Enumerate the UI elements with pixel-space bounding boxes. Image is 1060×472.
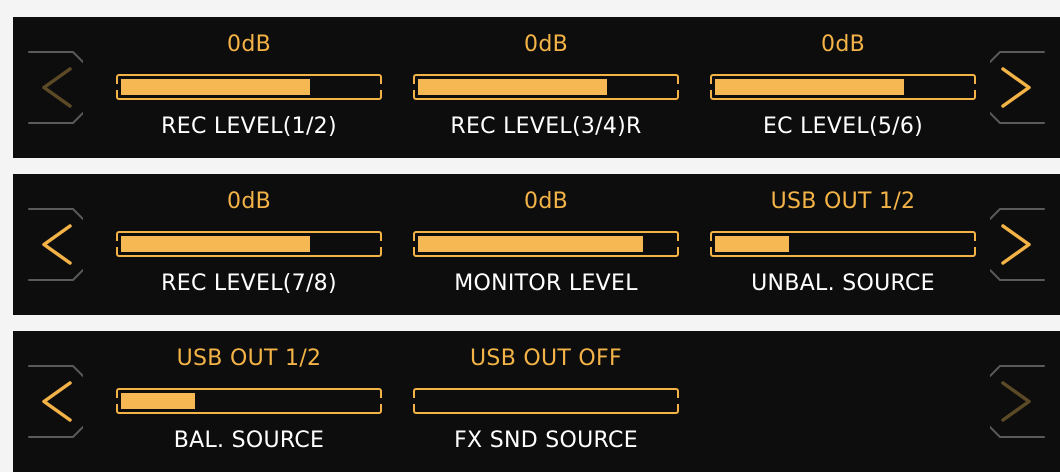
param-label: MONITOR LEVEL	[454, 271, 638, 296]
level-slider[interactable]	[413, 388, 679, 414]
slider-notch	[710, 241, 713, 247]
slider-notch	[676, 241, 679, 247]
level-slider[interactable]	[413, 231, 679, 257]
slider-notch	[973, 241, 976, 247]
next-page-button-3[interactable]	[990, 331, 1060, 472]
chevron-left-icon	[28, 51, 83, 124]
param-value: 0dB	[227, 189, 271, 214]
param-value: 0dB	[821, 32, 865, 57]
param-ec-level-5-6[interactable]: 0dB EC LEVEL(5/6)	[710, 17, 976, 158]
param-label: BAL. SOURCE	[173, 428, 325, 453]
level-slider-fill	[121, 393, 195, 409]
param-monitor-level[interactable]: 0dB MONITOR LEVEL	[413, 174, 679, 315]
param-label: REC LEVEL(1/2)	[161, 114, 337, 139]
param-value: USB OUT 1/2	[176, 346, 322, 371]
level-slider[interactable]	[116, 388, 382, 414]
slider-notch	[379, 84, 382, 90]
param-panel-3: USB OUT 1/2 BAL. SOURCE USB OUT OFF FX S…	[13, 331, 1060, 472]
level-slider-fill	[418, 236, 643, 252]
slider-notch	[676, 398, 679, 404]
param-value: 0dB	[524, 32, 568, 57]
slider-notch	[413, 84, 416, 90]
param-label: UNBAL. SOURCE	[751, 271, 935, 296]
level-slider[interactable]	[413, 74, 679, 100]
param-rec-level-3-4r[interactable]: 0dB REC LEVEL(3/4)R	[413, 17, 679, 158]
param-bal-source[interactable]: USB OUT 1/2 BAL. SOURCE	[116, 331, 382, 472]
chevron-left-icon	[28, 208, 83, 281]
chevron-left-icon	[28, 365, 83, 438]
level-slider-fill	[715, 79, 904, 95]
param-value: USB OUT OFF	[470, 346, 622, 371]
level-slider-fill	[418, 79, 607, 95]
param-label: REC LEVEL(3/4)R	[450, 114, 642, 139]
slider-notch	[116, 398, 119, 404]
level-slider-fill	[121, 236, 310, 252]
slider-notch	[413, 241, 416, 247]
chevron-right-icon	[990, 365, 1045, 438]
level-slider[interactable]	[116, 74, 382, 100]
param-fx-snd-source[interactable]: USB OUT OFF FX SND SOURCE	[413, 331, 679, 472]
param-panel-2: 0dB REC LEVEL(7/8) 0dB MONITOR LEVEL USB…	[13, 174, 1060, 315]
level-slider[interactable]	[116, 231, 382, 257]
prev-page-button-1[interactable]	[13, 17, 83, 158]
param-label: FX SND SOURCE	[454, 428, 638, 453]
slider-notch	[710, 84, 713, 90]
prev-page-button-3[interactable]	[13, 331, 83, 472]
level-slider[interactable]	[710, 231, 976, 257]
prev-page-button-2[interactable]	[13, 174, 83, 315]
slider-notch	[676, 84, 679, 90]
next-page-button-2[interactable]	[990, 174, 1060, 315]
chevron-right-icon	[990, 51, 1045, 124]
param-value: 0dB	[524, 189, 568, 214]
slider-notch	[379, 398, 382, 404]
slider-notch	[116, 241, 119, 247]
level-slider[interactable]	[710, 74, 976, 100]
param-label: REC LEVEL(7/8)	[161, 271, 337, 296]
param-value: USB OUT 1/2	[770, 189, 916, 214]
param-rec-level-7-8[interactable]: 0dB REC LEVEL(7/8)	[116, 174, 382, 315]
param-panel-1: 0dB REC LEVEL(1/2) 0dB REC LEVEL(3/4)R 0…	[13, 17, 1060, 158]
param-unbal-source[interactable]: USB OUT 1/2 UNBAL. SOURCE	[710, 174, 976, 315]
slider-notch	[973, 84, 976, 90]
param-value: 0dB	[227, 32, 271, 57]
param-rec-level-1-2[interactable]: 0dB REC LEVEL(1/2)	[116, 17, 382, 158]
chevron-right-icon	[990, 208, 1045, 281]
param-label: EC LEVEL(5/6)	[762, 114, 924, 139]
slider-notch	[413, 398, 416, 404]
level-slider-fill	[121, 79, 310, 95]
slider-notch	[116, 84, 119, 90]
next-page-button-1[interactable]	[990, 17, 1060, 158]
level-slider-fill	[715, 236, 789, 252]
slider-notch	[379, 241, 382, 247]
